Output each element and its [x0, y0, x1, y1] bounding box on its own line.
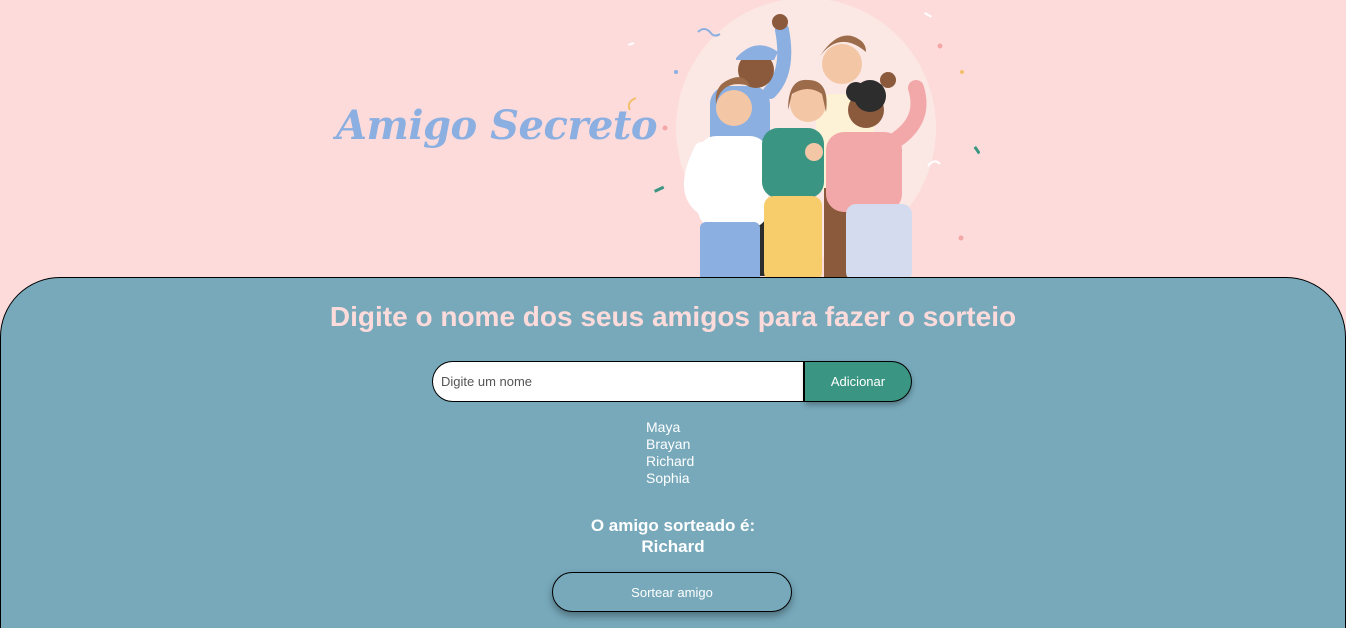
draw-button[interactable]: Sortear amigo — [552, 572, 792, 612]
header: Amigo Secreto — [0, 0, 1346, 290]
result-label: O amigo sorteado é: — [590, 516, 756, 535]
add-button[interactable]: Adicionar — [805, 361, 912, 402]
result-box: O amigo sorteado é: Richard — [0, 515, 1346, 557]
friends-illustration-icon — [627, 0, 980, 282]
list-item: Maya — [646, 419, 681, 435]
page-title: Amigo Secreto — [336, 102, 658, 149]
add-friend-form: Adicionar — [432, 361, 912, 402]
name-input[interactable] — [432, 361, 805, 402]
list-item: Sophia — [646, 470, 690, 486]
list-item: Brayan — [646, 436, 691, 452]
instruction-heading: Digite o nome dos seus amigos para fazer… — [329, 301, 1017, 332]
list-item: Richard — [646, 453, 695, 469]
result-name: Richard — [641, 537, 705, 556]
friends-list: Maya Brayan Richard Sophia — [646, 419, 694, 487]
